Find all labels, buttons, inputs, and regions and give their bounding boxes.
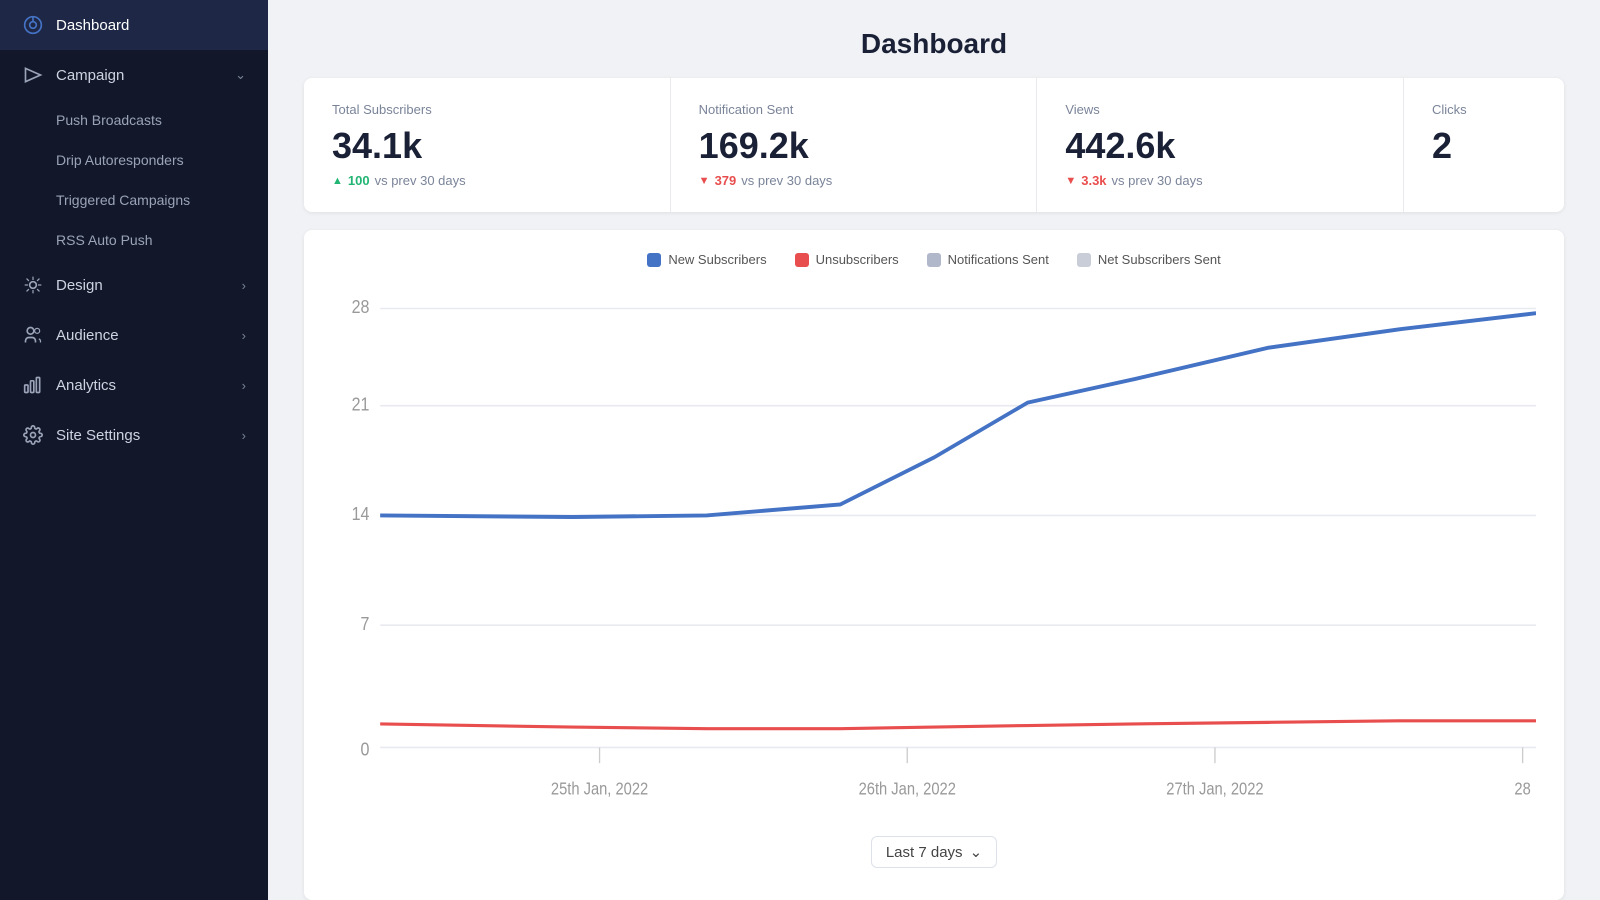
stat-card-notification-sent: Notification Sent 169.2k ▼ 379 vs prev 3… <box>671 78 1038 212</box>
stats-row: Total Subscribers 34.1k ▲ 100 vs prev 30… <box>304 78 1564 212</box>
sidebar-item-audience[interactable]: Audience › <box>0 310 268 360</box>
chevron-right-icon: › <box>242 328 246 343</box>
chart-svg: 28 21 14 7 0 25th Jan, 2022 26th Jan, 20… <box>332 285 1536 818</box>
legend-net-subscribers: Net Subscribers Sent <box>1077 252 1221 267</box>
legend-new-subscribers: New Subscribers <box>647 252 766 267</box>
change-text: vs prev 30 days <box>1112 173 1203 188</box>
change-value: 379 <box>715 173 737 188</box>
triggered-campaigns-label: Triggered Campaigns <box>56 192 190 208</box>
sidebar-item-label: Design <box>56 277 230 294</box>
legend-label: Unsubscribers <box>816 252 899 267</box>
stat-value: 442.6k <box>1065 125 1375 167</box>
chevron-right-icon: › <box>242 428 246 443</box>
sidebar-item-push-broadcasts[interactable]: Push Broadcasts <box>0 100 268 140</box>
page-header: Dashboard <box>268 0 1600 78</box>
new-subscribers-line <box>380 313 1536 517</box>
page-title: Dashboard <box>268 28 1600 60</box>
legend-label: New Subscribers <box>668 252 766 267</box>
change-text: vs prev 30 days <box>375 173 466 188</box>
chevron-right-icon: › <box>242 378 246 393</box>
sidebar-item-label: Audience <box>56 327 230 344</box>
sidebar-item-site-settings[interactable]: Site Settings › <box>0 410 268 460</box>
x-label-28: 28 <box>1514 779 1530 798</box>
chart-container: New Subscribers Unsubscribers Notificati… <box>304 230 1564 900</box>
arrow-down-icon: ▼ <box>699 175 710 187</box>
sidebar-item-label: Campaign <box>56 67 223 84</box>
sidebar-item-label: Analytics <box>56 377 230 394</box>
sidebar: Dashboard Campaign ⌄ Push Broadcasts Dri… <box>0 0 268 900</box>
stat-value: 34.1k <box>332 125 642 167</box>
sidebar-item-analytics[interactable]: Analytics › <box>0 360 268 410</box>
drip-autoresponders-label: Drip Autoresponders <box>56 152 184 168</box>
analytics-icon <box>22 374 44 396</box>
stat-card-total-subscribers: Total Subscribers 34.1k ▲ 100 vs prev 30… <box>304 78 671 212</box>
legend-color-dot <box>647 253 661 267</box>
chevron-right-icon: › <box>242 278 246 293</box>
chevron-down-icon: ⌄ <box>970 843 983 861</box>
design-icon <box>22 274 44 296</box>
date-filter: Last 7 days ⌄ <box>332 818 1536 880</box>
dashboard-icon <box>22 14 44 36</box>
stat-label: Clicks <box>1432 102 1536 117</box>
legend-unsubscribers: Unsubscribers <box>795 252 899 267</box>
x-label-27jan: 27th Jan, 2022 <box>1166 779 1263 798</box>
x-label-26jan: 26th Jan, 2022 <box>859 779 956 798</box>
chevron-down-icon: ⌄ <box>235 67 246 83</box>
change-text: vs prev 30 days <box>741 173 832 188</box>
push-broadcasts-label: Push Broadcasts <box>56 112 162 128</box>
y-label-28: 28 <box>352 296 370 318</box>
arrow-down-icon: ▼ <box>1065 175 1076 187</box>
rss-auto-push-label: RSS Auto Push <box>56 232 153 248</box>
audience-icon <box>22 324 44 346</box>
arrow-up-icon: ▲ <box>332 175 343 187</box>
main-content: Dashboard Total Subscribers 34.1k ▲ 100 … <box>268 0 1600 900</box>
legend-color-dot <box>1077 253 1091 267</box>
sidebar-item-dashboard[interactable]: Dashboard <box>0 0 268 50</box>
x-label-25jan: 25th Jan, 2022 <box>551 779 648 798</box>
legend-color-dot <box>795 253 809 267</box>
sidebar-item-drip-autoresponders[interactable]: Drip Autoresponders <box>0 140 268 180</box>
date-filter-button[interactable]: Last 7 days ⌄ <box>871 836 997 868</box>
sidebar-item-design[interactable]: Design › <box>0 260 268 310</box>
stat-change: ▼ 379 vs prev 30 days <box>699 173 1009 188</box>
stat-value: 2 <box>1432 125 1536 167</box>
stat-value: 169.2k <box>699 125 1009 167</box>
chart-legend: New Subscribers Unsubscribers Notificati… <box>332 252 1536 267</box>
y-label-0: 0 <box>361 738 370 760</box>
stat-card-views: Views 442.6k ▼ 3.3k vs prev 30 days <box>1037 78 1404 212</box>
change-value: 100 <box>348 173 370 188</box>
date-filter-label: Last 7 days <box>886 844 963 861</box>
campaign-icon <box>22 64 44 86</box>
legend-label: Net Subscribers Sent <box>1098 252 1221 267</box>
stat-label: Views <box>1065 102 1375 117</box>
legend-label: Notifications Sent <box>948 252 1049 267</box>
chart-area: 28 21 14 7 0 25th Jan, 2022 26th Jan, 20… <box>332 285 1536 818</box>
change-value: 3.3k <box>1081 173 1106 188</box>
y-label-14: 14 <box>352 503 370 525</box>
stat-card-clicks: Clicks 2 <box>1404 78 1564 212</box>
sidebar-item-campaign[interactable]: Campaign ⌄ <box>0 50 268 100</box>
y-label-7: 7 <box>361 613 370 635</box>
sidebar-item-label: Site Settings <box>56 427 230 444</box>
settings-icon <box>22 424 44 446</box>
sidebar-item-label: Dashboard <box>56 17 246 34</box>
y-label-21: 21 <box>352 393 370 415</box>
stat-label: Notification Sent <box>699 102 1009 117</box>
unsubscribers-line <box>380 721 1536 729</box>
stat-change: ▲ 100 vs prev 30 days <box>332 173 642 188</box>
sidebar-item-rss-auto-push[interactable]: RSS Auto Push <box>0 220 268 260</box>
stat-label: Total Subscribers <box>332 102 642 117</box>
legend-notifications-sent: Notifications Sent <box>927 252 1049 267</box>
stat-change: ▼ 3.3k vs prev 30 days <box>1065 173 1375 188</box>
legend-color-dot <box>927 253 941 267</box>
sidebar-item-triggered-campaigns[interactable]: Triggered Campaigns <box>0 180 268 220</box>
